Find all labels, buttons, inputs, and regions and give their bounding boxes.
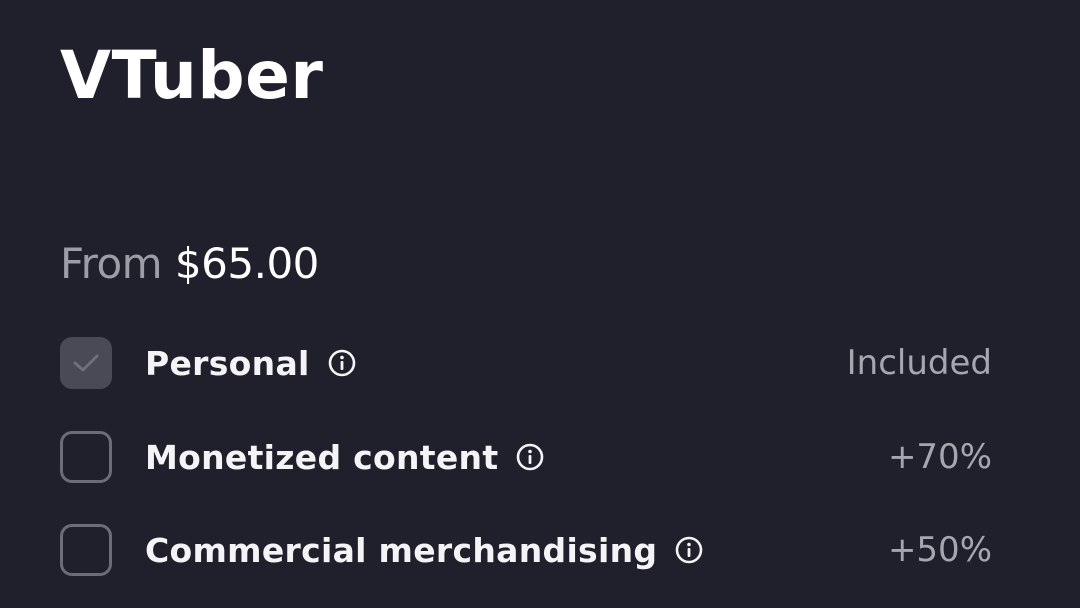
price-prefix: From bbox=[60, 239, 163, 288]
info-icon[interactable] bbox=[514, 441, 546, 473]
license-option-value: Included bbox=[846, 343, 992, 383]
license-option-value: +70% bbox=[887, 437, 992, 477]
license-option-personal[interactable]: Personal Included bbox=[60, 335, 992, 391]
price-line: From $65.00 bbox=[60, 238, 319, 290]
check-icon bbox=[73, 354, 99, 372]
monetized-content-checkbox[interactable] bbox=[60, 431, 112, 483]
price-amount: $65.00 bbox=[174, 239, 319, 288]
license-option-monetized-content[interactable]: Monetized content +70% bbox=[60, 429, 992, 485]
product-title: VTuber bbox=[60, 37, 324, 114]
personal-checkbox[interactable] bbox=[60, 337, 112, 389]
license-option-label: Monetized content bbox=[145, 437, 499, 477]
license-option-label: Commercial merchandising bbox=[145, 530, 658, 570]
license-option-label: Personal bbox=[145, 343, 310, 383]
license-option-commercial-merchandising[interactable]: Commercial merchandising +50% bbox=[60, 522, 992, 578]
info-icon[interactable] bbox=[673, 534, 705, 566]
info-icon[interactable] bbox=[326, 347, 358, 379]
license-option-value: +50% bbox=[887, 530, 992, 570]
commercial-merchandising-checkbox[interactable] bbox=[60, 524, 112, 576]
